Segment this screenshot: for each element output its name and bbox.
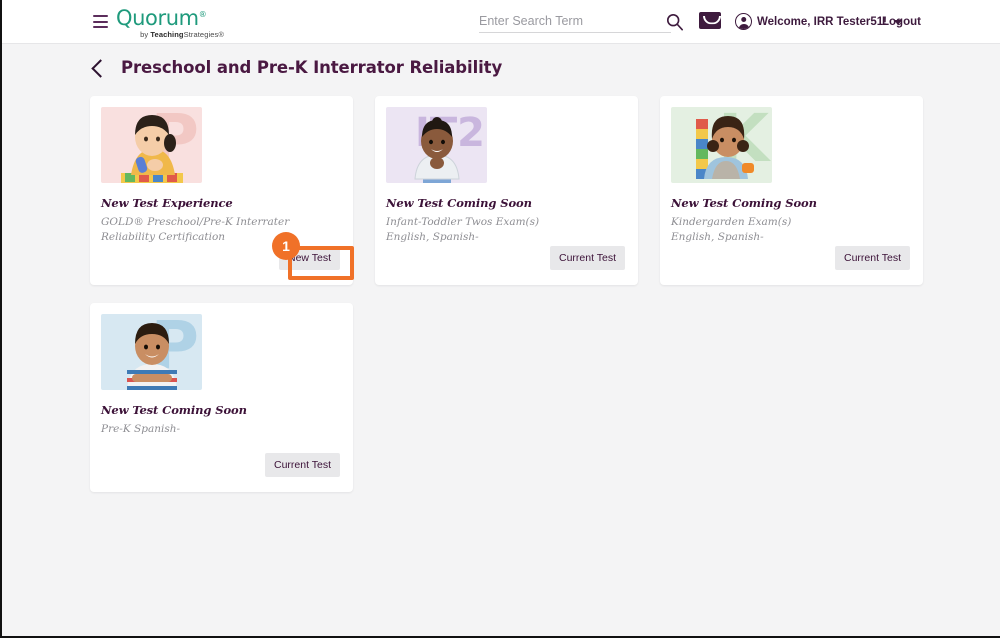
user-avatar-icon <box>735 13 752 30</box>
card-thumbnail: P <box>101 107 202 183</box>
child-illustration <box>126 323 177 390</box>
test-card-grid: P New Test Experience GOLD® Preschool/Pre-… <box>90 96 930 492</box>
user-greeting-label: Welcome, IRR Tester51! <box>757 15 887 28</box>
logo-tagline: by TeachingStrategies® <box>140 30 224 39</box>
page-title: Preschool and Pre-K Interrator Reliabili… <box>121 58 503 77</box>
current-test-button[interactable]: Current Test <box>265 453 340 477</box>
card-description: Pre-K Spanish- <box>101 423 181 435</box>
logo-registered-mark: ® <box>198 10 207 19</box>
card-description: Infant-Toddler Twos Exam(s) English, Spa… <box>386 216 540 243</box>
card-title: New Test Coming Soon <box>671 196 817 210</box>
hamburger-menu-icon[interactable] <box>93 15 108 28</box>
card-thumbnail: K <box>671 107 772 183</box>
current-test-button[interactable]: Current Test <box>550 246 625 270</box>
logo-tagline-bold: Teaching <box>150 30 184 39</box>
quorum-logo[interactable]: Quorum® by TeachingStrategies® <box>116 4 236 40</box>
mail-envelope-icon[interactable] <box>699 12 721 29</box>
card-thumbnail: IT2 <box>386 107 487 183</box>
search-icon[interactable] <box>666 13 684 31</box>
child-illustration <box>695 116 754 179</box>
test-card[interactable]: P New Test Experience GOLD® Preschool/Pre-… <box>90 96 353 285</box>
back-chevron-icon[interactable] <box>91 58 110 78</box>
top-header: Quorum® by TeachingStrategies® Welcome, … <box>2 0 1000 44</box>
card-description: Kindergarden Exam(s) English, Spanish- <box>671 216 792 243</box>
current-test-button[interactable]: Current Test <box>835 246 910 270</box>
app-page: Quorum® by TeachingStrategies® Welcome, … <box>0 0 1000 638</box>
user-menu[interactable]: Welcome, IRR Tester51! <box>735 13 902 30</box>
search-input[interactable] <box>479 14 671 33</box>
child-illustration <box>120 115 183 183</box>
test-card[interactable]: K New Test Coming Soon Kindergarden Exam(s… <box>660 96 923 285</box>
logout-button[interactable]: Logout <box>882 16 921 28</box>
page-header-row: Preschool and Pre-K Interrator Reliabili… <box>91 58 503 78</box>
card-title: New Test Coming Soon <box>386 196 532 210</box>
card-title: New Test Experience <box>101 196 233 210</box>
card-thumbnail: P <box>101 314 202 390</box>
test-card[interactable]: IT2 New Test Coming Soon Infant-Toddler Tw… <box>375 96 638 285</box>
logo-text: Quorum <box>116 6 199 30</box>
child-illustration <box>413 117 460 183</box>
card-description: GOLD® Preschool/Pre-K Interrater Reliabi… <box>101 216 290 243</box>
logo-wordmark: Quorum® <box>116 4 236 29</box>
test-card[interactable]: P New Test Coming Soon Pre-K Spanish- Curre… <box>90 303 353 492</box>
new-test-button[interactable]: New Test <box>279 246 340 270</box>
search-container <box>479 12 671 33</box>
card-title: New Test Coming Soon <box>101 403 247 417</box>
logo-tagline-rest: Strategies® <box>183 30 224 39</box>
